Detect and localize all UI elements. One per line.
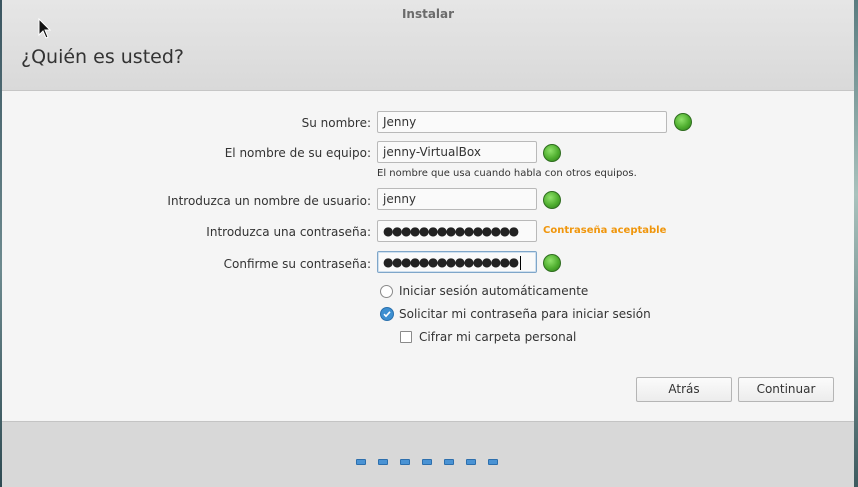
username-valid-icon: [543, 191, 561, 209]
progress-step: [378, 459, 388, 465]
installer-window: Instalar ¿Quién es usted? Su nombre: Jen…: [2, 0, 854, 487]
progress-step: [444, 459, 454, 465]
page-title: ¿Quién es usted?: [21, 46, 184, 68]
password-label: Introduzca una contraseña:: [206, 225, 371, 239]
require-password-label[interactable]: Solicitar mi contraseña para iniciar ses…: [399, 307, 651, 321]
password-input[interactable]: ●●●●●●●●●●●●●●●: [377, 220, 537, 242]
confirm-password-input[interactable]: ●●●●●●●●●●●●●●●: [377, 251, 537, 273]
name-input[interactable]: Jenny: [377, 111, 667, 133]
password-mask: ●●●●●●●●●●●●●●●: [383, 224, 519, 238]
checkmark-icon: [383, 311, 391, 318]
progress-step: [422, 459, 432, 465]
username-input[interactable]: jenny: [377, 188, 537, 210]
name-label: Su nombre:: [301, 116, 371, 130]
desktop-background-right: [854, 0, 858, 487]
computer-name-label: El nombre de su equipo:: [224, 146, 371, 160]
mouse-pointer-icon: [38, 18, 52, 39]
header-bar: Instalar ¿Quién es usted?: [2, 0, 854, 91]
text-caret: [519, 255, 521, 270]
footer-bar: [2, 421, 854, 487]
require-password-radio[interactable]: [380, 307, 394, 321]
username-label: Introduzca un nombre de usuario:: [167, 194, 371, 208]
computer-name-valid-icon: [543, 144, 561, 162]
continue-button[interactable]: Continuar: [738, 377, 834, 402]
encrypt-home-label[interactable]: Cifrar mi carpeta personal: [419, 330, 576, 344]
progress-step: [400, 459, 410, 465]
window-title: Instalar: [401, 7, 455, 21]
progress-step: [356, 459, 366, 465]
encrypt-home-checkbox[interactable]: [400, 331, 412, 343]
auto-login-label[interactable]: Iniciar sesión automáticamente: [399, 284, 588, 298]
computer-name-hint: El nombre que usa cuando habla con otros…: [377, 168, 637, 179]
progress-step: [466, 459, 476, 465]
confirm-password-valid-icon: [543, 254, 561, 272]
progress-step: [488, 459, 498, 465]
name-valid-icon: [674, 113, 692, 131]
auto-login-radio[interactable]: [380, 285, 393, 298]
computer-name-input[interactable]: jenny-VirtualBox: [377, 141, 537, 163]
confirm-password-mask: ●●●●●●●●●●●●●●●: [383, 255, 519, 269]
password-strength-label: Contraseña aceptable: [543, 225, 667, 236]
back-button[interactable]: Atrás: [636, 377, 732, 402]
confirm-password-label: Confirme su contraseña:: [223, 257, 371, 271]
